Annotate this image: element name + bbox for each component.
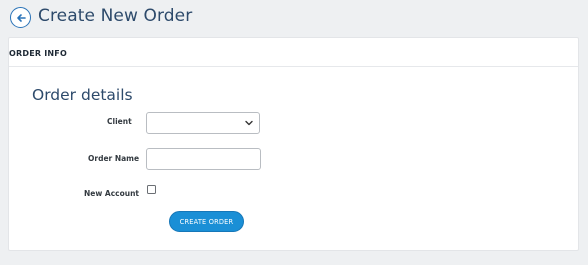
section-title: Order details	[32, 86, 133, 104]
client-label: Client	[107, 117, 132, 126]
card-header-label: ORDER INFO	[9, 49, 67, 58]
order-name-input[interactable]	[146, 148, 261, 170]
back-button[interactable]	[10, 7, 31, 28]
new-account-checkbox[interactable]	[147, 185, 156, 194]
arrow-left-circle-icon	[16, 13, 26, 22]
chevron-down-icon	[245, 120, 253, 126]
page-header: Create New Order	[0, 0, 588, 36]
order-name-label: Order Name	[88, 154, 140, 163]
card-header: ORDER INFO	[9, 38, 578, 67]
page-title: Create New Order	[38, 6, 193, 26]
create-order-button[interactable]: CREATE ORDER	[169, 211, 244, 232]
client-select[interactable]	[146, 112, 260, 134]
new-account-label: New Account	[84, 189, 140, 198]
order-info-card: ORDER INFO Order details Client Order Na…	[8, 37, 579, 251]
